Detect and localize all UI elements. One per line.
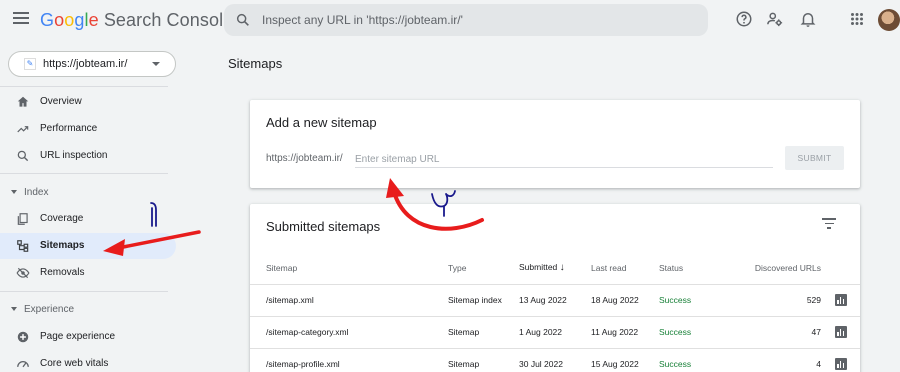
search-icon (236, 13, 249, 26)
arrow-down-icon: ↓ (559, 262, 565, 274)
column-header-sitemap[interactable]: Sitemap (250, 252, 448, 285)
top-bar: Google Search Console (0, 0, 900, 42)
account-avatar[interactable] (878, 9, 900, 31)
table-header-row: Sitemap Type Submitted ↓ Last read Statu… (250, 252, 860, 285)
bar-chart-icon[interactable] (834, 358, 847, 370)
column-header-discovered-urls[interactable]: Discovered URLs (727, 252, 821, 285)
table-row[interactable]: /sitemap-category.xml Sitemap 1 Aug 2022… (250, 316, 860, 349)
property-favicon-icon: ✎ (24, 58, 36, 70)
chevron-down-icon (11, 307, 17, 311)
chevron-down-icon (152, 62, 160, 66)
sidebar-item-core-web-vitals[interactable]: Core web vitals (0, 351, 176, 372)
sidebar-item-performance[interactable]: Performance (0, 116, 176, 142)
card-title: Add a new sitemap (266, 115, 377, 130)
sidebar-item-removals[interactable]: Removals (0, 260, 176, 286)
bar-chart-icon[interactable] (834, 294, 847, 306)
status-badge: Success (659, 348, 727, 372)
chevron-down-icon (11, 190, 17, 194)
search-icon (17, 150, 29, 162)
bar-chart-icon[interactable] (834, 326, 847, 338)
sidebar-item-overview[interactable]: Overview (0, 89, 176, 115)
url-inspection-search[interactable] (224, 4, 708, 36)
divider (0, 291, 168, 292)
search-input[interactable] (262, 4, 692, 36)
sidebar-item-coverage[interactable]: Coverage (0, 206, 176, 232)
table-row[interactable]: /sitemap-profile.xml Sitemap 30 Jul 2022… (250, 348, 860, 372)
sitemap-url-prefix: https://jobteam.ir/ (266, 153, 343, 164)
section-experience-toggle[interactable]: Experience (0, 301, 170, 319)
home-icon (17, 96, 29, 107)
trending-up-icon (17, 126, 29, 133)
bell-icon[interactable] (799, 10, 817, 28)
page-title: Sitemaps (228, 56, 283, 71)
divider (0, 173, 168, 174)
column-header-submitted[interactable]: Submitted ↓ (519, 252, 591, 285)
property-selector[interactable]: ✎ https://jobteam.ir/ (8, 51, 176, 77)
card-title: Submitted sitemaps (266, 219, 381, 234)
sitemap-url-input[interactable] (355, 148, 773, 168)
product-name: Search Console (103, 10, 234, 30)
column-header-type[interactable]: Type (448, 252, 519, 285)
sidebar: ✎ https://jobteam.ir/ Overview Performan… (0, 42, 190, 372)
sidebar-item-sitemaps[interactable]: Sitemaps (0, 233, 176, 259)
filter-icon[interactable] (822, 218, 836, 230)
divider (0, 86, 168, 87)
table-row[interactable]: /sitemap.xml Sitemap index 13 Aug 2022 1… (250, 284, 860, 317)
apps-grid-icon[interactable] (848, 10, 866, 28)
submitted-sitemaps-card: Submitted sitemaps Sitemap Type Submitte… (250, 204, 860, 372)
main-menu-icon[interactable] (13, 12, 29, 26)
search-console-logo[interactable]: Google Search Console (40, 10, 233, 31)
status-badge: Success (659, 284, 727, 317)
sitemaps-table: Sitemap Type Submitted ↓ Last read Statu… (250, 252, 860, 372)
sidebar-item-page-experience[interactable]: Page experience (0, 324, 176, 350)
sidebar-item-url-inspection[interactable]: URL inspection (0, 143, 176, 169)
sitemap-icon (17, 240, 29, 252)
column-header-status[interactable]: Status (659, 252, 727, 285)
add-sitemap-card: Add a new sitemap https://jobteam.ir/ SU… (250, 100, 860, 188)
speed-icon (17, 361, 29, 368)
section-index-toggle[interactable]: Index (0, 184, 170, 202)
help-icon[interactable] (735, 10, 753, 28)
submit-button[interactable]: SUBMIT (785, 146, 844, 170)
removals-icon (16, 267, 30, 279)
manage-users-icon[interactable] (766, 10, 784, 28)
property-url: https://jobteam.ir/ (43, 58, 128, 70)
status-badge: Success (659, 316, 727, 349)
page-experience-icon (17, 331, 29, 343)
column-header-last-read[interactable]: Last read (591, 252, 659, 285)
coverage-icon (17, 213, 28, 225)
